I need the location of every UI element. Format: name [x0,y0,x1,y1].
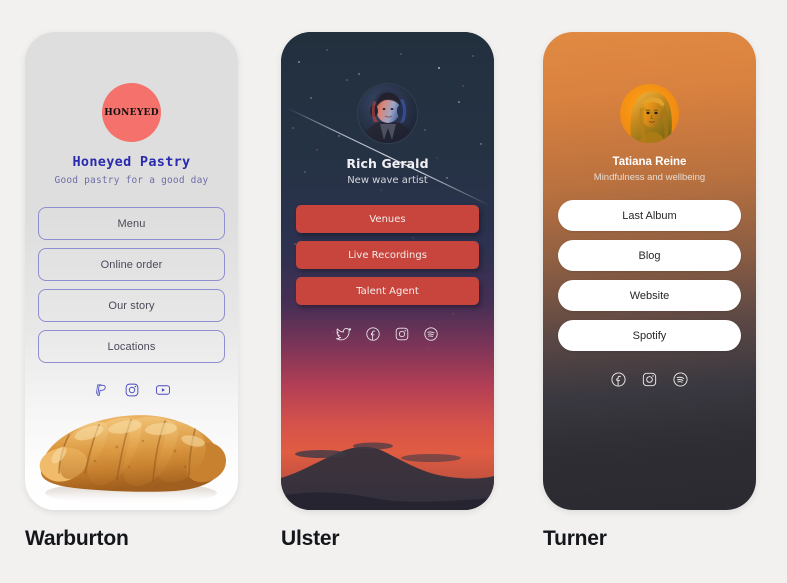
caption-turner: Turner [543,527,607,550]
warburton-link-our-story[interactable]: Our story [38,289,225,322]
facebook-icon[interactable] [610,371,627,393]
tatiana-reine-avatar [620,84,679,143]
ulster-link-venues[interactable]: Venues [296,205,479,233]
template-card-ulster[interactable]: Rich Gerald New wave artist Venues Live … [281,32,494,510]
ulster-content: Rich Gerald New wave artist Venues Live … [281,32,494,510]
warburton-link-menu[interactable]: Menu [38,207,225,240]
ulster-link-live-recordings[interactable]: Live Recordings [296,241,479,269]
ulster-social-row [336,326,439,347]
spotify-icon[interactable] [423,326,439,347]
turner-link-list: Last Album Blog Website Spotify [543,200,756,351]
spotify-icon[interactable] [672,371,689,393]
twitter-icon[interactable] [336,326,352,347]
turner-profile-role: Mindfulness and wellbeing [593,172,706,183]
turner-link-spotify[interactable]: Spotify [558,320,741,351]
warburton-subtitle: Good pastry for a good day [54,175,209,186]
ulster-profile-role: New wave artist [347,175,428,186]
turner-social-row [610,371,689,393]
rich-gerald-avatar [358,84,417,143]
croissant-fade [25,492,238,510]
ulster-link-list: Venues Live Recordings Talent Agent [281,205,494,305]
ulster-link-talent-agent[interactable]: Talent Agent [296,277,479,305]
template-card-turner[interactable]: Tatiana Reine Mindfulness and wellbeing … [543,32,756,510]
ulster-profile-name: Rich Gerald [346,156,429,171]
warburton-link-locations[interactable]: Locations [38,330,225,363]
warburton-logo-label: HONEYED [104,107,159,118]
turner-link-blog[interactable]: Blog [558,240,741,271]
turner-link-website[interactable]: Website [558,280,741,311]
instagram-icon[interactable] [394,326,410,347]
turner-profile-name: Tatiana Reine [612,156,687,168]
template-gallery: HONEYED Honeyed Pastry Good pastry for a… [0,0,787,583]
instagram-icon[interactable] [641,371,658,393]
caption-ulster: Ulster [281,527,340,550]
template-card-warburton[interactable]: HONEYED Honeyed Pastry Good pastry for a… [25,32,238,510]
warburton-link-online-order[interactable]: Online order [38,248,225,281]
turner-link-last-album[interactable]: Last Album [558,200,741,231]
warburton-link-list: Menu Online order Our story Locations [25,207,238,363]
warburton-title: Honeyed Pastry [72,154,191,170]
warburton-logo-badge: HONEYED [102,83,161,142]
croissant-photo [39,415,227,504]
facebook-icon[interactable] [365,326,381,347]
turner-content: Tatiana Reine Mindfulness and wellbeing … [543,32,756,510]
caption-warburton: Warburton [25,527,129,550]
